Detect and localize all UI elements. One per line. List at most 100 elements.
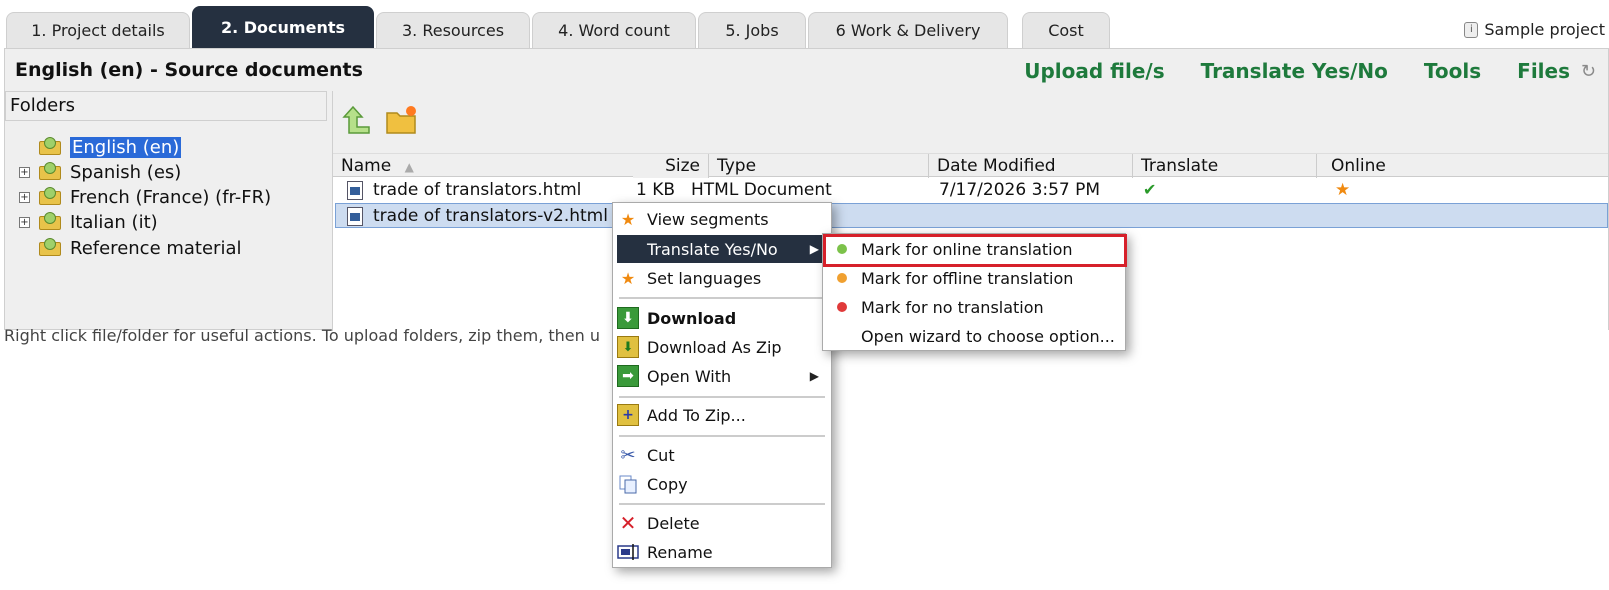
tab-word-count[interactable]: 4. Word count: [532, 12, 696, 48]
submenu-arrow-icon: ▶: [809, 242, 819, 256]
zip-download-icon: ⬇: [617, 336, 639, 358]
check-icon: ✔: [1143, 180, 1157, 199]
tab-documents[interactable]: 2. Documents: [192, 6, 374, 48]
translate-yes-no-button[interactable]: Translate Yes/No: [1201, 59, 1388, 83]
tab-label: 5. Jobs: [725, 21, 779, 40]
tools-button[interactable]: Tools: [1424, 59, 1481, 83]
file-name: trade of translators.html: [373, 180, 582, 200]
download-icon: ⬇: [617, 307, 639, 329]
expand-plus-icon[interactable]: +: [19, 166, 30, 178]
file-date: 7/17/2026 3:57 PM: [939, 180, 1101, 200]
expander-placeholder: [19, 243, 30, 254]
submenu-item-open-wizard[interactable]: Open wizard to choose option...: [827, 322, 1123, 350]
file-row[interactable]: trade of translators.html 1 KB HTML Docu…: [333, 178, 1608, 203]
column-size[interactable]: Size: [633, 154, 709, 178]
tab-work-delivery[interactable]: 6 Work & Delivery: [808, 12, 1008, 48]
panel-actions: Upload file/s Translate Yes/No Tools Fil…: [1024, 59, 1570, 83]
menu-item-open-with[interactable]: ➡ Open With ▶: [617, 362, 827, 390]
files-button[interactable]: Files: [1517, 59, 1570, 83]
file-toolbar: [333, 91, 1608, 153]
menu-item-set-languages[interactable]: ★ Set languages: [617, 264, 827, 292]
menu-item-label: Delete: [647, 513, 700, 533]
translate-submenu: Mark for online translation Mark for off…: [822, 233, 1127, 351]
add-zip-icon: +: [617, 404, 639, 426]
menu-item-label: Open With: [647, 366, 732, 386]
menu-separator: [619, 297, 825, 299]
menu-item-rename[interactable]: Rename: [617, 538, 827, 566]
submenu-item-label: Mark for offline translation: [861, 268, 1074, 288]
language-folder-icon: [38, 238, 62, 258]
file-column-headers: Name ▲ Size Type Date Modified Translate…: [333, 153, 1608, 178]
folder-label: English (en): [70, 136, 182, 158]
tab-label: Cost: [1048, 21, 1084, 40]
menu-item-download-zip[interactable]: ⬇ Download As Zip: [617, 333, 827, 361]
menu-item-label: Add To Zip...: [647, 405, 746, 425]
star-icon: ★: [620, 209, 636, 229]
menu-separator: [619, 396, 825, 398]
menu-item-label: Cut: [647, 445, 675, 465]
star-icon: ★: [1335, 180, 1351, 200]
menu-item-label: View segments: [647, 209, 769, 229]
menu-separator: [619, 503, 825, 505]
column-label: Size: [665, 156, 700, 176]
menu-item-label: Rename: [647, 542, 713, 562]
tab-label: 1. Project details: [31, 21, 165, 40]
tab-resources[interactable]: 3. Resources: [376, 12, 530, 48]
expander-placeholder: [19, 142, 30, 153]
new-folder-icon[interactable]: [385, 103, 419, 137]
tab-cost[interactable]: Cost: [1022, 12, 1110, 48]
folder-label: Spanish (es): [70, 161, 182, 183]
html-file-icon: [347, 207, 363, 226]
menu-item-label: Download: [647, 308, 737, 328]
column-date-modified[interactable]: Date Modified: [929, 154, 1133, 178]
menu-item-translate-yes-no[interactable]: Translate Yes/No ▶: [617, 235, 827, 263]
open-with-icon: ➡: [617, 365, 639, 387]
folder-item-italian[interactable]: + Italian (it): [19, 210, 158, 234]
red-dot-icon: [837, 302, 847, 312]
menu-item-download[interactable]: ⬇ Download: [617, 304, 827, 332]
menu-item-add-to-zip[interactable]: + Add To Zip...: [617, 401, 827, 429]
expand-plus-icon[interactable]: +: [19, 216, 30, 228]
sample-project-link[interactable]: i Sample project: [1464, 20, 1605, 39]
submenu-item-no-translation[interactable]: Mark for no translation: [827, 293, 1123, 321]
file-type: HTML Document: [691, 180, 832, 200]
submenu-arrow-icon: ▶: [809, 369, 819, 383]
tab-label: 6 Work & Delivery: [835, 21, 981, 40]
tab-bar: 1. Project details 2. Documents 3. Resou…: [0, 0, 1609, 48]
file-size: 1 KB: [635, 180, 675, 200]
tab-jobs[interactable]: 5. Jobs: [698, 12, 806, 48]
sample-project-label: Sample project: [1484, 20, 1605, 39]
tab-project-details[interactable]: 1. Project details: [6, 12, 190, 48]
column-type[interactable]: Type: [709, 154, 929, 178]
folder-item-english[interactable]: English (en): [19, 135, 182, 159]
menu-item-cut[interactable]: ✂ Cut: [617, 441, 827, 469]
language-folder-icon: [38, 187, 62, 207]
file-name: trade of translators-v2.html: [373, 206, 608, 226]
menu-separator: [619, 435, 825, 437]
refresh-icon[interactable]: ↻: [1581, 61, 1596, 82]
submenu-item-offline[interactable]: Mark for offline translation: [827, 264, 1123, 292]
upload-files-button[interactable]: Upload file/s: [1024, 59, 1164, 83]
orange-dot-icon: [837, 273, 847, 283]
column-label: Translate: [1141, 156, 1219, 176]
menu-item-view-segments[interactable]: ★ View segments: [617, 205, 827, 233]
folders-header: Folders: [5, 91, 327, 121]
sort-asc-icon: ▲: [404, 160, 414, 174]
column-label: Name: [341, 156, 392, 176]
html-file-icon: [347, 181, 363, 200]
column-label: Type: [717, 156, 757, 176]
column-translate[interactable]: Translate: [1133, 154, 1317, 178]
folder-item-reference[interactable]: Reference material: [19, 236, 242, 260]
delete-x-icon: ✕: [619, 511, 637, 535]
file-row-selected[interactable]: trade of translators-v2.html: [335, 203, 1608, 228]
expand-plus-icon[interactable]: +: [19, 191, 30, 203]
menu-item-delete[interactable]: ✕ Delete: [617, 509, 827, 537]
folder-item-spanish[interactable]: + Spanish (es): [19, 160, 181, 184]
up-folder-icon[interactable]: [341, 103, 375, 137]
menu-item-copy[interactable]: Copy: [617, 470, 827, 498]
context-menu: ★ View segments Translate Yes/No ▶ ★ Set…: [612, 202, 832, 568]
star-icon: ★: [620, 268, 636, 288]
column-online[interactable]: Online: [1317, 154, 1608, 178]
info-icon: i: [1464, 21, 1479, 38]
folder-item-french[interactable]: + French (France) (fr-FR): [19, 185, 271, 209]
